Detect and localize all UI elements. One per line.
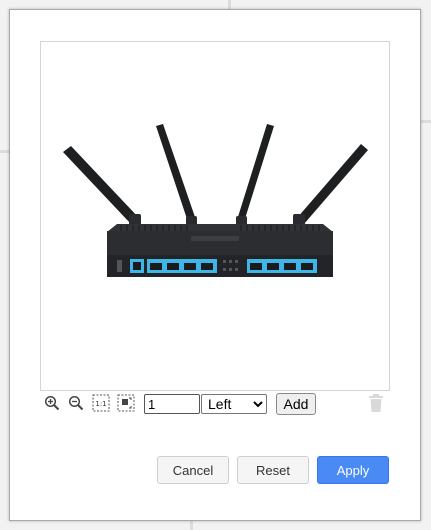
ethernet-ports — [117, 259, 317, 273]
image-preview — [40, 41, 390, 391]
background-line — [0, 150, 9, 153]
editor-toolbar: 1:1 Left Add — [40, 393, 390, 417]
reset-button[interactable]: Reset — [237, 456, 309, 484]
router-image — [63, 124, 368, 277]
alignment-select[interactable]: Left — [201, 394, 267, 414]
trash-icon[interactable] — [368, 394, 384, 413]
antenna — [63, 124, 368, 224]
image-editor-dialog: 1:1 Left Add Cancel Reset Apply — [9, 9, 421, 521]
background-line — [228, 0, 231, 9]
zoom-out-icon[interactable] — [66, 393, 86, 413]
svg-text:1:1: 1:1 — [95, 400, 106, 408]
fit-to-frame-icon[interactable] — [116, 393, 136, 413]
size-input[interactable] — [144, 394, 200, 414]
add-button[interactable]: Add — [276, 393, 316, 415]
zoom-in-icon[interactable] — [42, 393, 62, 413]
cancel-button[interactable]: Cancel — [157, 456, 229, 484]
apply-button[interactable]: Apply — [317, 456, 389, 484]
actual-size-icon[interactable]: 1:1 — [91, 393, 111, 413]
